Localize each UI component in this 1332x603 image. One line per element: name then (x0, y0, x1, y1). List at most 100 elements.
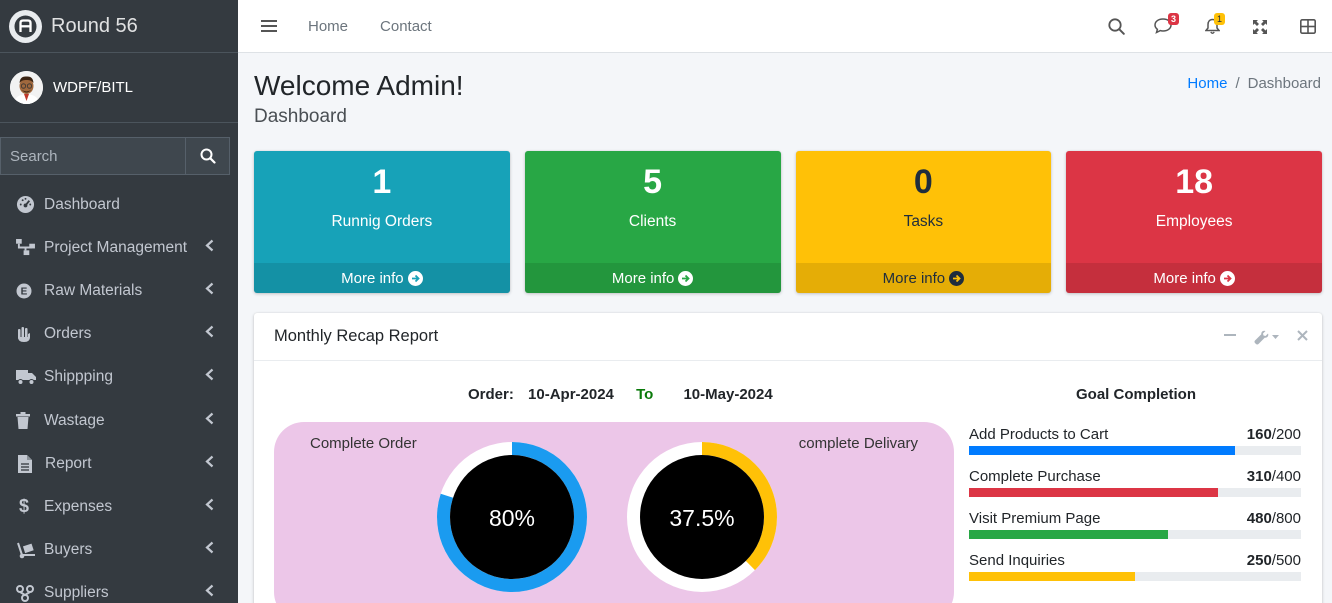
navbar-right: 3 1 (1092, 0, 1332, 53)
search-icon (1107, 18, 1125, 35)
stat-value: 18 (1175, 163, 1214, 201)
sidebar-item-buyers[interactable]: Buyers (0, 529, 238, 572)
stat-value: 1 (372, 163, 392, 201)
sidebar-item-project-management[interactable]: Project Management (0, 226, 238, 269)
sidebar-item-label: Wastage (44, 411, 105, 429)
messages-button[interactable]: 3 (1140, 0, 1188, 53)
goal-progress-bar (969, 488, 1301, 497)
top-navbar: Home Contact 3 1 (238, 0, 1332, 53)
stat-label: Clients (628, 213, 677, 230)
close-button[interactable] (1297, 328, 1308, 346)
complete-delivery-percent: 37.5% (669, 505, 734, 531)
tools-dropdown-button[interactable] (1254, 330, 1279, 345)
menu-toggle-icon[interactable] (261, 20, 277, 32)
goal-progress-fill (969, 446, 1235, 455)
th-large-icon (1300, 19, 1316, 34)
monthly-recap-card: Monthly Recap Report Order: 10-Apr-2024 … (254, 313, 1322, 603)
sidebar-item-orders[interactable]: Orders (0, 313, 238, 356)
stat-value: 0 (913, 163, 933, 201)
navbar-search-button[interactable] (1092, 0, 1140, 53)
breadcrumb: Home / Dashboard (1187, 75, 1321, 92)
network-icon (16, 584, 38, 602)
goal-progress-bar (969, 530, 1301, 539)
goal-progress-fill (969, 572, 1135, 581)
more-info-link[interactable]: More info (524, 263, 781, 293)
goal-count: 250/500 (1246, 552, 1301, 569)
file-icon (16, 454, 38, 473)
stat-label: Employees (1155, 213, 1233, 230)
search-icon (200, 148, 216, 164)
complete-delivery-ring: 37.5% (627, 442, 777, 592)
to-date: 10-May-2024 (683, 386, 773, 403)
caret-down-icon (1272, 334, 1279, 339)
page-subtitle: Dashboard (254, 106, 347, 127)
sidebar-item-label: Expenses (44, 497, 113, 515)
e-circle-icon: E (16, 283, 38, 299)
sitemap-icon (16, 239, 38, 256)
goal-label: Complete Purchase (969, 468, 1101, 485)
more-info-label: More info (1153, 269, 1216, 287)
sidebar-item-expenses[interactable]: $ Expenses (0, 485, 238, 528)
user-panel[interactable]: WDPF/BITL (0, 53, 238, 123)
content-header: Welcome Admin! Dashboard (254, 70, 464, 128)
more-info-label: More info (611, 269, 675, 287)
to-label: To (636, 386, 654, 403)
goal-progress-bar (969, 572, 1301, 581)
sidebar-item-raw-materials[interactable]: E Raw Materials (0, 269, 238, 312)
search-input[interactable] (0, 137, 185, 175)
stat-label: Runnig Orders (331, 213, 433, 230)
goal-count: 480/800 (1246, 510, 1301, 527)
goal-item: Complete Purchase 310/400 (969, 468, 1301, 497)
sidebar-item-label: Suppliers (44, 584, 109, 602)
truck-icon (16, 369, 38, 386)
nav-link-home[interactable]: Home (308, 18, 348, 35)
avatar (10, 71, 43, 104)
brand-logo-icon (9, 9, 42, 43)
sidebar-item-shipping[interactable]: Shippping (0, 356, 238, 399)
minus-icon (1224, 334, 1236, 336)
card-title: Monthly Recap Report (274, 327, 439, 345)
more-info-label: More info (882, 269, 946, 287)
card-header: Monthly Recap Report (254, 313, 1322, 361)
arrow-circle-right-icon (949, 270, 965, 286)
sidebar-item-label: Project Management (44, 238, 188, 256)
notifications-button[interactable]: 1 (1188, 0, 1236, 53)
from-date: 10-Apr-2024 (528, 386, 614, 403)
svg-text:E: E (21, 286, 28, 297)
more-info-link[interactable]: More info (795, 263, 1052, 293)
complete-order-percent: 80% (489, 505, 535, 531)
page-title: Welcome Admin! (254, 70, 464, 101)
fullscreen-button[interactable] (1236, 0, 1284, 53)
nav-link-contact[interactable]: Contact (380, 18, 432, 35)
hand-holding-icon (16, 326, 38, 343)
breadcrumb-home-link[interactable]: Home (1187, 75, 1227, 92)
collapse-button[interactable] (1224, 328, 1236, 346)
chevron-left-icon (205, 584, 214, 602)
control-sidebar-button[interactable] (1284, 0, 1332, 53)
more-info-link[interactable]: More info (1066, 263, 1322, 293)
sidebar-item-label: Dashboard (44, 195, 120, 213)
sidebar-item-wastage[interactable]: Wastage (0, 399, 238, 442)
sidebar-item-label: Buyers (44, 541, 93, 559)
trash-icon (16, 412, 38, 430)
close-icon (1297, 330, 1308, 341)
sidebar-item-dashboard[interactable]: Dashboard (0, 183, 238, 226)
order-label: Order: (468, 386, 514, 403)
chevron-left-icon (205, 498, 214, 516)
brand-link[interactable]: Round 56 (0, 0, 238, 53)
chevron-left-icon (205, 541, 214, 559)
sidebar: Round 56 WDPF/BITL Search Dashboard Proj… (0, 0, 238, 603)
chevron-left-icon (205, 282, 214, 300)
goal-progress-fill (969, 530, 1169, 539)
goal-count: 310/400 (1246, 468, 1301, 485)
arrow-circle-right-icon (407, 270, 423, 286)
goal-item: Send Inquiries 250/500 (969, 552, 1301, 581)
goal-label: Visit Premium Page (969, 510, 1101, 527)
search-button[interactable] (185, 137, 230, 175)
chevron-left-icon (205, 325, 214, 343)
order-date-range: Order: 10-Apr-2024 To 10-May-2024 (468, 386, 773, 403)
sidebar-item-suppliers[interactable]: Suppliers (0, 572, 238, 603)
more-info-link[interactable]: More info (254, 263, 510, 293)
sidebar-item-report[interactable]: Report (0, 442, 238, 485)
goal-progress-fill (969, 488, 1218, 497)
